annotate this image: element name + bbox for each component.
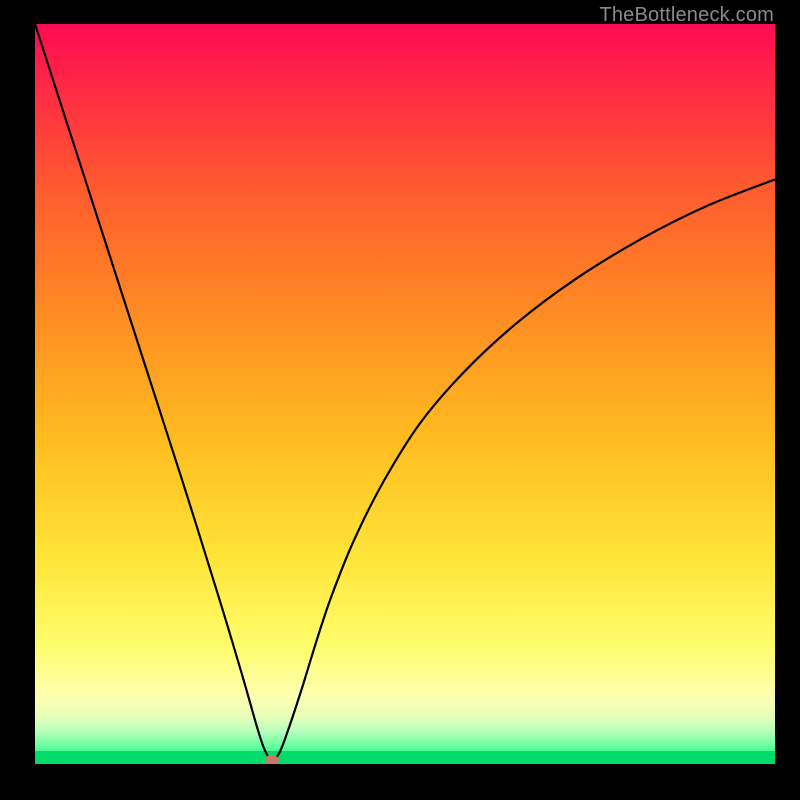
plot-area: [35, 24, 775, 764]
minimum-marker: [265, 755, 279, 764]
bottleneck-curve: [35, 24, 775, 764]
chart-frame: TheBottleneck.com: [0, 0, 800, 800]
watermark-text: TheBottleneck.com: [599, 4, 774, 27]
